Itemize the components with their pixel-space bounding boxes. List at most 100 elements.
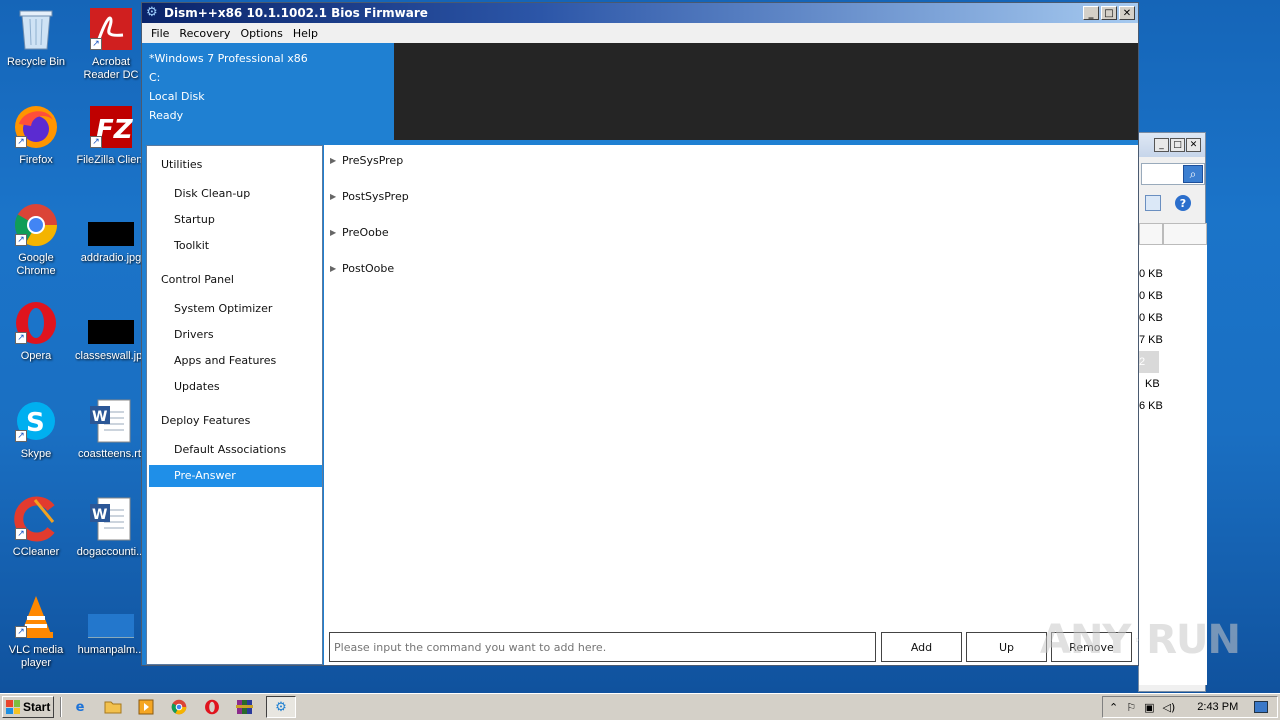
volume-icon[interactable]: ◁) — [1163, 701, 1176, 714]
maximize-icon[interactable]: □ — [1170, 138, 1185, 152]
desktop-icon-chrome[interactable]: ↗ Google Chrome — [1, 202, 71, 292]
desktop-icon-ccleaner[interactable]: ↗ CCleaner — [1, 496, 71, 586]
session-info-panel[interactable]: *Windows 7 Professional x86 C: Local Dis… — [142, 43, 394, 142]
window-title: Dism++x86 10.1.1002.1 Bios Firmware — [164, 6, 428, 20]
up-button[interactable]: Up — [966, 632, 1047, 662]
desktop-icon-label: Skype — [20, 448, 52, 460]
dism-window[interactable]: ⚙ Dism++x86 10.1.1002.1 Bios Firmware _ … — [141, 2, 1139, 666]
system-tray: ⌃ ⚐ ▣ ◁) 2:43 PM — [1102, 696, 1278, 718]
help-icon[interactable]: ? — [1175, 195, 1191, 211]
tree-node-postoobe[interactable]: ▶ PostOobe — [330, 258, 394, 278]
svg-text:W: W — [92, 507, 107, 523]
window-titlebar[interactable]: ⚙ Dism++x86 10.1.1002.1 Bios Firmware _ … — [142, 3, 1138, 23]
internet-explorer-icon[interactable]: e — [68, 696, 92, 718]
column-header[interactable] — [1139, 223, 1163, 245]
desktop-icon-dogaccounting[interactable]: W dogaccounti... — [76, 496, 146, 586]
menu-help[interactable]: Help — [288, 27, 323, 40]
list-item[interactable]: 2 KB — [1139, 351, 1159, 390]
desktop-icon-coastteens[interactable]: W coastteens.rtf — [76, 398, 146, 488]
add-button[interactable]: Add — [881, 632, 962, 662]
maximize-button[interactable]: □ — [1101, 6, 1117, 20]
list-item[interactable]: KB — [1139, 373, 1207, 395]
desktop-icon-label: Opera — [20, 350, 52, 362]
chrome-icon[interactable] — [167, 696, 191, 718]
sidebar-item-disk-cleanup[interactable]: Disk Clean-up — [149, 183, 322, 205]
list-item[interactable]: 0 KB — [1139, 307, 1207, 329]
action-center-flag-icon[interactable]: ⚐ — [1126, 701, 1136, 714]
desktop-icon-opera[interactable]: ↗ Opera — [1, 300, 71, 390]
sidebar-category-deploy-features: Deploy Features — [161, 414, 251, 427]
desktop-icon-humanpalm[interactable]: humanpalm... — [76, 594, 146, 684]
column-header[interactable] — [1163, 223, 1207, 245]
anyrun-watermark: ANY RUN — [1040, 608, 1241, 672]
desktop-icon-acrobat[interactable]: ↗ Acrobat Reader DC — [76, 6, 146, 96]
menu-file[interactable]: File — [146, 27, 174, 40]
list-item[interactable]: 0 KB — [1139, 285, 1207, 307]
desktop-icon-classeswall[interactable]: classeswall.jpg — [75, 300, 147, 390]
desktop-icon-vlc[interactable]: ↗ VLC media player — [1, 594, 71, 684]
sidebar-item-pre-answer[interactable]: Pre-Answer — [149, 465, 322, 487]
menu-options[interactable]: Options — [235, 27, 287, 40]
desktop-icon-recycle-bin[interactable]: Recycle Bin — [1, 6, 71, 96]
shortcut-arrow-icon: ↗ — [15, 234, 27, 246]
list-item[interactable]: 7 KB — [1139, 329, 1207, 351]
filezilla-icon: FZ ↗ — [88, 104, 134, 150]
opera-icon[interactable] — [200, 696, 224, 718]
show-desktop-icon[interactable] — [1254, 701, 1269, 713]
sidebar-item-system-optimizer[interactable]: System Optimizer — [149, 298, 322, 320]
minimize-icon[interactable]: _ — [1154, 138, 1169, 152]
network-icon[interactable]: ▣ — [1144, 701, 1154, 714]
media-player-icon[interactable] — [134, 696, 158, 718]
close-button[interactable]: ✕ — [1119, 6, 1135, 20]
skype-icon: S ↗ — [13, 398, 59, 444]
show-hidden-icons-icon[interactable]: ⌃ — [1109, 701, 1118, 714]
sidebar-item-toolkit[interactable]: Toolkit — [149, 235, 322, 257]
tree-node-preoobe[interactable]: ▶ PreOobe — [330, 222, 389, 242]
close-icon[interactable]: ✕ — [1186, 138, 1201, 152]
expand-arrow-icon[interactable]: ▶ — [330, 264, 342, 273]
command-input[interactable] — [329, 632, 876, 662]
menu-bar: File Recovery Options Help — [142, 23, 1138, 43]
shortcut-arrow-icon: ↗ — [15, 332, 27, 344]
list-item[interactable]: 6 KB — [1139, 395, 1207, 417]
shortcut-arrow-icon: ↗ — [90, 38, 102, 50]
desktop-icon-label: coastteens.rtf — [77, 448, 145, 460]
desktop-icon-addradio[interactable]: addradio.jpg — [76, 202, 146, 292]
shortcut-arrow-icon: ↗ — [15, 430, 27, 442]
background-window-titlebar[interactable]: _ □ ✕ — [1139, 133, 1205, 157]
desktop-icon-firefox[interactable]: ↗ Firefox — [1, 104, 71, 194]
explorer-folder-icon[interactable] — [101, 696, 125, 718]
sidebar-category-utilities: Utilities — [161, 158, 203, 171]
sidebar-item-startup[interactable]: Startup — [149, 209, 322, 231]
dism-taskbar-icon[interactable]: ⚙ — [266, 696, 296, 718]
session-area — [394, 43, 1138, 140]
start-button[interactable]: Start — [2, 696, 54, 718]
list-item[interactable]: 0 KB — [1139, 263, 1207, 285]
minimize-button[interactable]: _ — [1083, 6, 1099, 20]
play-triangle-icon — [1136, 637, 1141, 643]
shortcut-arrow-icon: ↗ — [15, 626, 27, 638]
tree-node-label: PostOobe — [342, 261, 395, 275]
os-name: *Windows 7 Professional x86 — [149, 52, 308, 65]
sidebar-item-default-associations[interactable]: Default Associations — [149, 439, 322, 461]
windows-logo-icon — [6, 700, 20, 714]
expand-arrow-icon[interactable]: ▶ — [330, 156, 342, 165]
sidebar-item-drivers[interactable]: Drivers — [149, 324, 322, 346]
search-icon[interactable]: ⌕ — [1183, 165, 1203, 183]
sidebar-item-updates[interactable]: Updates — [149, 376, 322, 398]
sidebar-item-apps-features[interactable]: Apps and Features — [149, 350, 322, 372]
desktop-icon-skype[interactable]: S ↗ Skype — [1, 398, 71, 488]
desktop-icon-label: FileZilla Client — [76, 154, 146, 166]
desktop-icon-label: Recycle Bin — [6, 56, 66, 68]
tree-node-postsysprep[interactable]: ▶ PostSysPrep — [330, 186, 409, 206]
preview-pane-icon[interactable] — [1145, 195, 1161, 211]
expand-arrow-icon[interactable]: ▶ — [330, 192, 342, 201]
tree-node-presysprep[interactable]: ▶ PreSysPrep — [330, 150, 403, 170]
divider — [394, 140, 1138, 142]
desktop-icon-filezilla[interactable]: FZ ↗ FileZilla Client — [76, 104, 146, 194]
expand-arrow-icon[interactable]: ▶ — [330, 228, 342, 237]
menu-recovery[interactable]: Recovery — [174, 27, 235, 40]
clock[interactable]: 2:43 PM — [1197, 701, 1238, 713]
search-input[interactable]: ⌕ — [1141, 163, 1205, 185]
winrar-icon[interactable] — [233, 696, 257, 718]
